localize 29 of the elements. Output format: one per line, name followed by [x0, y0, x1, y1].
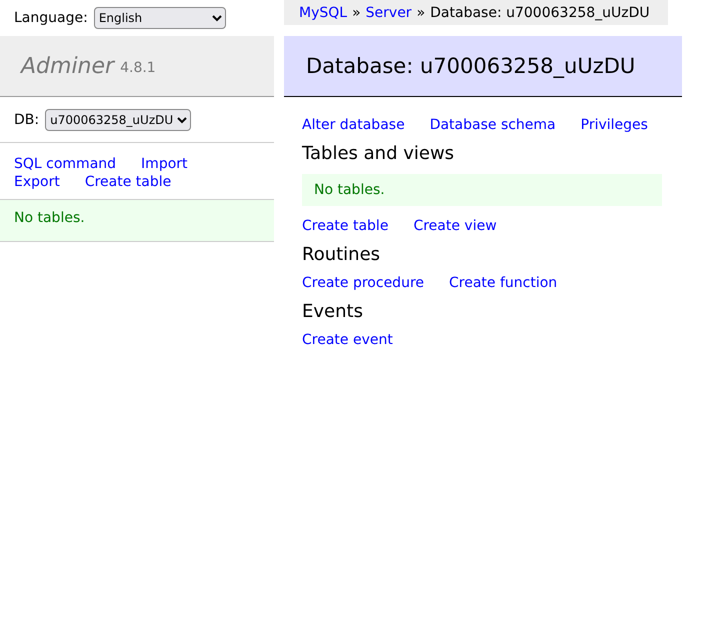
- breadcrumb-separator: »: [416, 4, 426, 20]
- no-tables-message: No tables.: [302, 174, 662, 206]
- app-name: Adminer: [21, 54, 114, 78]
- breadcrumb-separator: »: [352, 4, 361, 20]
- section-heading: Routines: [302, 244, 382, 265]
- section-heading: Tables and views: [302, 143, 456, 164]
- breadcrumb-link[interactable]: MySQL: [299, 4, 348, 20]
- create-link[interactable]: Create table: [302, 218, 388, 234]
- database-link[interactable]: Privileges: [580, 117, 648, 133]
- database-link[interactable]: Alter database: [302, 117, 405, 133]
- app-version: 4.8.1: [120, 60, 156, 76]
- create-link[interactable]: Create function: [449, 275, 558, 291]
- breadcrumb-current: Database: u700063258_uUzDU: [430, 4, 650, 20]
- page-title: Database: u700063258_uUzDU: [284, 36, 682, 97]
- no-tables-message: No tables.: [0, 200, 274, 242]
- language-label: Language:: [14, 10, 88, 26]
- db-select[interactable]: u700063258_uUzDU: [45, 108, 192, 130]
- database-link[interactable]: Database schema: [430, 117, 556, 133]
- create-link[interactable]: Create procedure: [302, 275, 424, 291]
- sidebar-link[interactable]: SQL command: [14, 155, 116, 173]
- db-label: DB:: [14, 112, 40, 128]
- sidebar-link[interactable]: Export: [14, 173, 60, 191]
- sidebar-link[interactable]: Import: [141, 155, 188, 173]
- language-select[interactable]: English: [94, 7, 226, 29]
- sidebar-link[interactable]: Create table: [84, 173, 172, 191]
- create-link[interactable]: Create view: [413, 218, 497, 234]
- breadcrumb-link[interactable]: Server: [366, 4, 412, 20]
- section-heading: Events: [302, 301, 364, 322]
- create-link[interactable]: Create event: [302, 332, 393, 348]
